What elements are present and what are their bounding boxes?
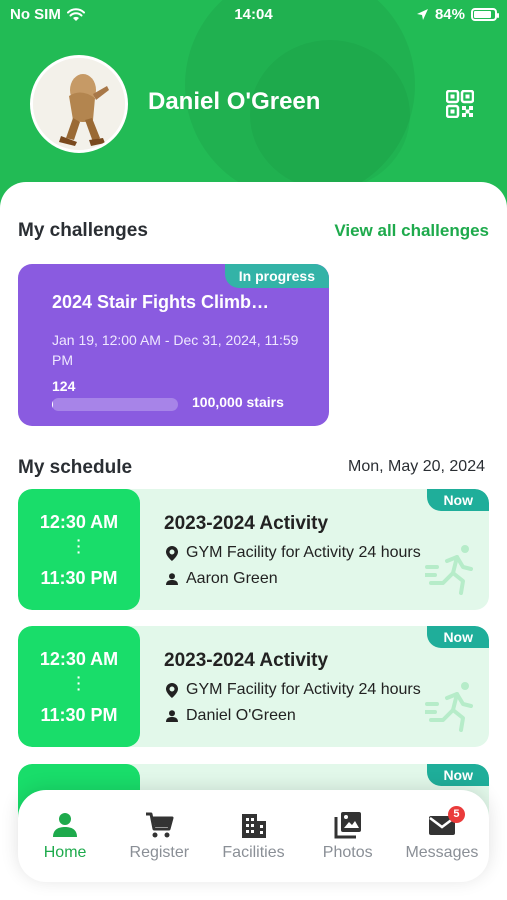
avatar[interactable] xyxy=(30,55,128,153)
challenge-goal: 100,000 stairs xyxy=(192,394,284,410)
challenge-current-count: 124 xyxy=(52,378,76,394)
schedule-date: Mon, May 20, 2024 xyxy=(348,458,485,475)
nav-item-label: Register xyxy=(129,844,190,861)
building-icon xyxy=(241,814,266,838)
user-name: Daniel O'Green xyxy=(148,88,321,115)
person-name: Aaron Green xyxy=(186,570,278,587)
now-badge: Now xyxy=(427,764,489,786)
running-person-icon xyxy=(425,682,473,732)
person-icon xyxy=(166,710,178,722)
location-arrow-icon xyxy=(416,9,428,20)
battery-fill xyxy=(474,11,491,18)
location-pin-icon xyxy=(166,682,178,698)
nav-item-messages[interactable]: 5 Messages xyxy=(395,790,489,882)
nav-item-label: Facilities xyxy=(222,844,285,861)
my-schedule-title: My schedule xyxy=(18,457,133,478)
nav-item-facilities[interactable]: Facilities xyxy=(206,790,300,882)
photos-icon xyxy=(334,812,361,839)
time-block: 12:30 AM · · · 11:30 PM xyxy=(18,626,140,747)
unread-count-badge: 5 xyxy=(447,806,465,823)
person-line: Aaron Green xyxy=(166,570,278,588)
challenge-dates: Jan 19, 12:00 AM - Dec 31, 2024, 11:59 P… xyxy=(52,332,299,368)
person-icon xyxy=(53,813,78,837)
nav-item-label: Messages xyxy=(405,844,479,861)
challenge-progress-bar xyxy=(52,398,178,411)
facility-line: GYM Facility for Activity 24 hours xyxy=(166,544,421,562)
end-time: 11:30 PM xyxy=(40,568,118,588)
qr-code-icon[interactable] xyxy=(445,89,475,119)
battery-percent: 84% xyxy=(434,6,465,23)
nav-item-home[interactable]: Home xyxy=(18,790,112,882)
time-separator: · · · xyxy=(76,669,82,697)
bottom-nav: Home Register Facilities Photos 5 Messag… xyxy=(18,790,489,882)
now-badge: Now xyxy=(427,626,489,648)
challenge-title: 2024 Stair Fights Climb… xyxy=(52,292,270,312)
nav-item-label: Photos xyxy=(322,844,373,861)
nav-item-label: Home xyxy=(43,844,87,861)
nav-item-photos[interactable]: Photos xyxy=(301,790,395,882)
schedule-card[interactable]: 12:30 AM · · · 11:30 PM Now 2023-2024 Acti… xyxy=(18,626,489,747)
challenge-card[interactable]: In progress 2024 Stair Fights Climb… Jan… xyxy=(18,264,329,426)
facility-name: GYM Facility for Activity 24 hours xyxy=(186,681,421,698)
activity-title: 2023-2024 Activity xyxy=(164,650,329,671)
status-bar: No SIM 14:04 84% xyxy=(0,0,507,30)
start-time: 12:30 AM xyxy=(39,649,119,669)
end-time: 11:30 PM xyxy=(40,705,118,725)
nav-item-register[interactable]: Register xyxy=(112,790,206,882)
location-pin-icon xyxy=(166,545,178,561)
facility-line: GYM Facility for Activity 24 hours xyxy=(166,681,421,699)
now-badge: Now xyxy=(427,489,489,511)
running-person-icon xyxy=(425,545,473,595)
person-line: Daniel O'Green xyxy=(166,707,296,725)
person-name: Daniel O'Green xyxy=(186,707,296,724)
view-all-challenges-link[interactable]: View all challenges xyxy=(334,221,489,241)
status-right: 84% xyxy=(416,6,499,23)
battery-icon xyxy=(471,8,499,21)
time-block: 12:30 AM · · · 11:30 PM xyxy=(18,489,140,610)
avatar-image xyxy=(33,58,125,150)
status-badge: In progress xyxy=(224,264,329,288)
time-separator: · · · xyxy=(76,532,82,560)
facility-name: GYM Facility for Activity 24 hours xyxy=(186,544,421,561)
activity-title: 2023-2024 Activity xyxy=(164,513,329,534)
cart-icon xyxy=(146,812,174,838)
start-time: 12:30 AM xyxy=(39,512,119,532)
person-icon xyxy=(166,573,178,585)
my-challenges-title: My challenges xyxy=(18,220,148,241)
schedule-card[interactable]: 12:30 AM · · · 11:30 PM Now 2023-2024 Acti… xyxy=(18,489,489,610)
